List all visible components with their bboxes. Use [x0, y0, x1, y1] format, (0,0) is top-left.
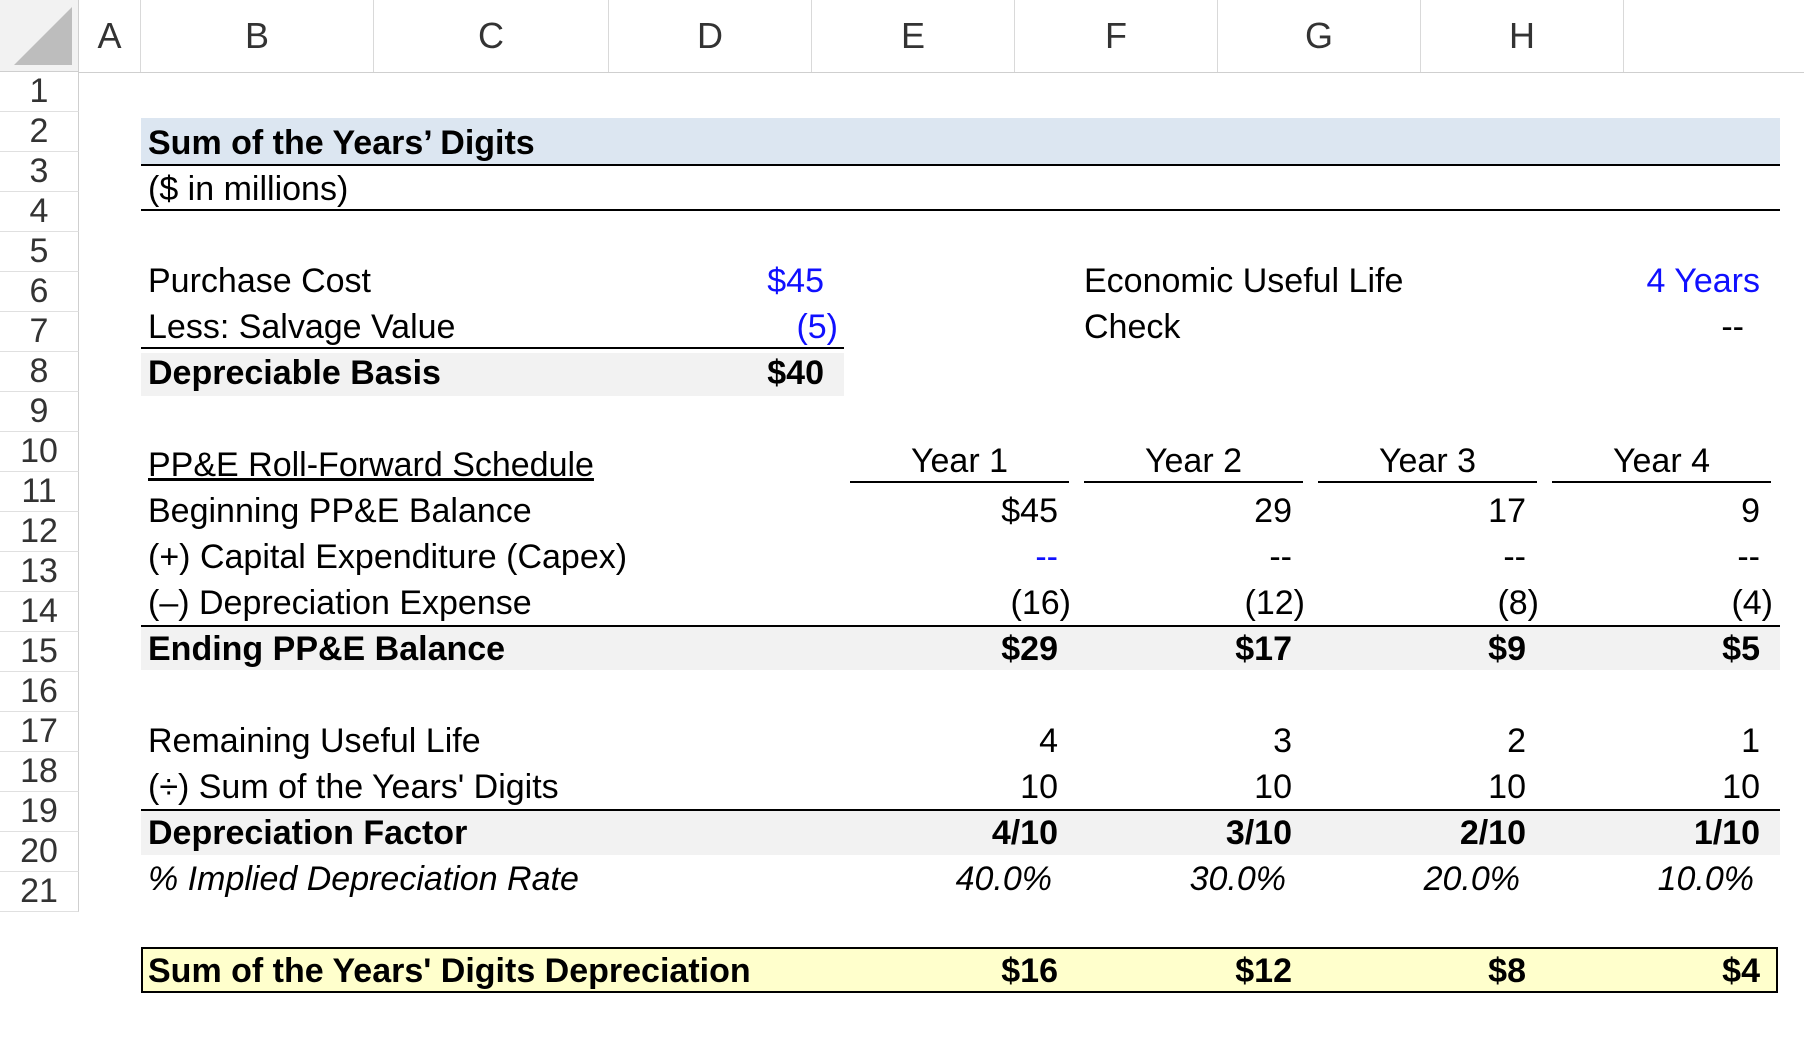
row-header-5[interactable]: 5 — [0, 232, 79, 272]
row-header-17[interactable]: 17 — [0, 712, 79, 752]
ending-balance-y3[interactable]: $9 — [1368, 626, 1526, 672]
subtitle-underline — [141, 209, 1780, 211]
row-header-12[interactable]: 12 — [0, 512, 79, 552]
remaining-life-y4[interactable]: 1 — [1602, 718, 1760, 764]
year-header-1: Year 1 — [910, 442, 1009, 480]
result-y2[interactable]: $12 — [1134, 948, 1292, 994]
depreciation-expense-y1[interactable]: (16) — [900, 580, 1071, 626]
beginning-balance-label: Beginning PP&E Balance — [148, 492, 532, 530]
year-header-4: Year 4 — [1612, 442, 1711, 480]
row-header-20[interactable]: 20 — [0, 832, 79, 872]
implied-rate-label: % Implied Depreciation Rate — [148, 860, 579, 898]
column-header-a[interactable]: A — [79, 0, 141, 72]
year-header-2: Year 2 — [1144, 442, 1243, 480]
sotyd-label: (÷) Sum of the Years' Digits — [148, 768, 559, 806]
result-y4[interactable]: $4 — [1602, 948, 1760, 994]
depreciation-expense-y2[interactable]: (12) — [1134, 580, 1305, 626]
row-header-18[interactable]: 18 — [0, 752, 79, 792]
column-header-g[interactable]: G — [1218, 0, 1421, 72]
result-label: Sum of the Years' Digits Depreciation — [148, 952, 751, 990]
row-header-16[interactable]: 16 — [0, 672, 79, 712]
row-header-8[interactable]: 8 — [0, 352, 79, 392]
year-header-3: Year 3 — [1378, 442, 1477, 480]
column-header-bar: A B C D E F G H — [79, 0, 1804, 73]
row-header-10[interactable]: 10 — [0, 432, 79, 472]
page-subtitle: ($ in millions) — [148, 170, 349, 208]
row-header-11[interactable]: 11 — [0, 472, 79, 512]
page-title: Sum of the Years’ Digits — [148, 124, 535, 162]
remaining-life-y2[interactable]: 3 — [1134, 718, 1292, 764]
row-header-15[interactable]: 15 — [0, 632, 79, 672]
select-all-triangle-icon — [14, 7, 72, 65]
row-header-3[interactable]: 3 — [0, 152, 79, 192]
schedule-header-label: PP&E Roll-Forward Schedule — [148, 446, 594, 484]
beginning-balance-y2[interactable]: 29 — [1134, 488, 1292, 534]
column-header-f[interactable]: F — [1015, 0, 1218, 72]
row-header-21[interactable]: 21 — [0, 872, 79, 912]
beginning-balance-y1[interactable]: $45 — [900, 488, 1058, 534]
depreciation-factor-label: Depreciation Factor — [148, 814, 468, 852]
capex-y1[interactable]: -- — [900, 534, 1058, 580]
ending-balance-y1[interactable]: $29 — [900, 626, 1058, 672]
row-header-13[interactable]: 13 — [0, 552, 79, 592]
useful-life-label: Economic Useful Life — [1084, 262, 1404, 300]
row-header-7[interactable]: 7 — [0, 312, 79, 352]
remaining-life-y3[interactable]: 2 — [1368, 718, 1526, 764]
purchase-cost-value[interactable]: $45 — [600, 258, 824, 304]
ending-balance-y4[interactable]: $5 — [1602, 626, 1760, 672]
result-y1[interactable]: $16 — [900, 948, 1058, 994]
beginning-balance-y4[interactable]: 9 — [1602, 488, 1760, 534]
sotyd-y3[interactable]: 10 — [1368, 764, 1526, 810]
implied-rate-y2[interactable]: 30.0% — [1134, 856, 1286, 902]
row-header-9[interactable]: 9 — [0, 392, 79, 432]
salvage-value-value[interactable]: (5) — [600, 304, 838, 350]
select-all-corner[interactable] — [0, 0, 79, 72]
row-header-6[interactable]: 6 — [0, 272, 79, 312]
ending-balance-label: Ending PP&E Balance — [148, 630, 506, 668]
capex-y2[interactable]: -- — [1134, 534, 1292, 580]
row-header-14[interactable]: 14 — [0, 592, 79, 632]
implied-rate-y3[interactable]: 20.0% — [1368, 856, 1520, 902]
check-label: Check — [1084, 308, 1181, 346]
row-header-19[interactable]: 19 — [0, 792, 79, 832]
sotyd-y2[interactable]: 10 — [1134, 764, 1292, 810]
column-header-d[interactable]: D — [609, 0, 812, 72]
remaining-life-y1[interactable]: 4 — [900, 718, 1058, 764]
implied-rate-y4[interactable]: 10.0% — [1602, 856, 1754, 902]
depreciable-basis-value[interactable]: $40 — [600, 350, 824, 396]
row-header-4[interactable]: 4 — [0, 192, 79, 232]
column-header-c[interactable]: C — [374, 0, 609, 72]
purchase-cost-label: Purchase Cost — [148, 262, 371, 300]
result-y3[interactable]: $8 — [1368, 948, 1526, 994]
depreciation-expense-label: (–) Depreciation Expense — [148, 584, 532, 622]
capex-y3[interactable]: -- — [1368, 534, 1526, 580]
capex-label: (+) Capital Expenditure (Capex) — [148, 538, 628, 576]
salvage-value-label: Less: Salvage Value — [148, 308, 456, 346]
remaining-life-label: Remaining Useful Life — [148, 722, 481, 760]
row-header-2[interactable]: 2 — [0, 112, 79, 152]
row-header-1[interactable]: 1 — [0, 72, 79, 112]
column-header-b[interactable]: B — [141, 0, 374, 72]
ending-balance-y2[interactable]: $17 — [1134, 626, 1292, 672]
capex-y4[interactable]: -- — [1602, 534, 1760, 580]
beginning-balance-y3[interactable]: 17 — [1368, 488, 1526, 534]
depreciation-factor-y4[interactable]: 1/10 — [1602, 810, 1760, 856]
depreciable-basis-label: Depreciable Basis — [148, 354, 441, 392]
sotyd-y4[interactable]: 10 — [1602, 764, 1760, 810]
check-value[interactable]: -- — [1600, 304, 1744, 350]
depreciation-expense-y3[interactable]: (8) — [1368, 580, 1539, 626]
useful-life-value[interactable]: 4 Years — [1500, 258, 1760, 304]
depreciation-factor-y2[interactable]: 3/10 — [1134, 810, 1292, 856]
depreciation-factor-y3[interactable]: 2/10 — [1368, 810, 1526, 856]
depreciation-expense-y4[interactable]: (4) — [1602, 580, 1773, 626]
sotyd-y1[interactable]: 10 — [900, 764, 1058, 810]
column-header-e[interactable]: E — [812, 0, 1015, 72]
column-header-h[interactable]: H — [1421, 0, 1624, 72]
implied-rate-y1[interactable]: 40.0% — [900, 856, 1052, 902]
depreciation-factor-y1[interactable]: 4/10 — [900, 810, 1058, 856]
